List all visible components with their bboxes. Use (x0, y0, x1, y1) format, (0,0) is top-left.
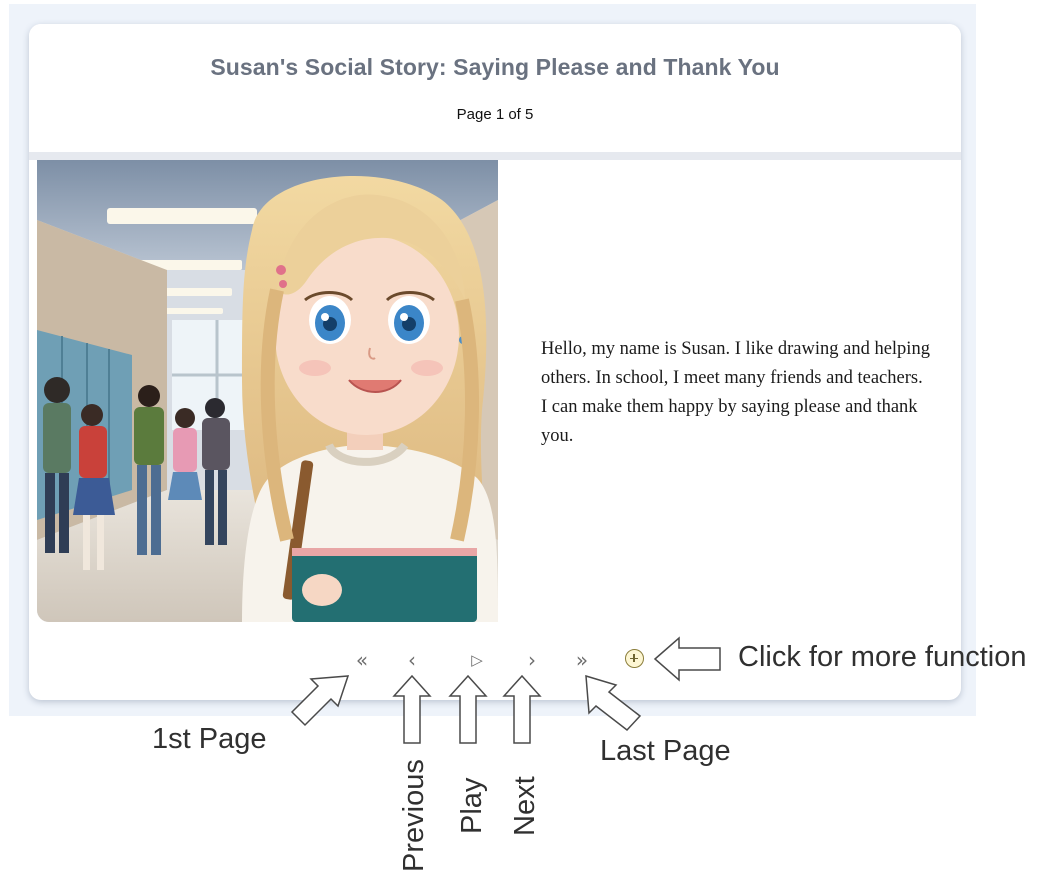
annotation-first-page: 1st Page (152, 723, 267, 755)
page-indicator: Page 1 of 5 (456, 106, 534, 123)
annotation-more: Click for more function (738, 641, 1027, 673)
story-header: Susan's Social Story: Saying Please and … (29, 24, 961, 152)
play-button[interactable]: ▷ (462, 645, 492, 675)
annotation-last-page: Last Page (600, 735, 731, 767)
double-chevron-left-icon: « (355, 648, 369, 672)
story-text: Hello, my name is Susan. I like drawing … (541, 339, 930, 446)
double-chevron-right-icon: » (575, 648, 589, 672)
more-functions-button[interactable] (625, 649, 644, 668)
play-icon: ▷ (471, 651, 483, 669)
story-illustration (37, 160, 498, 622)
first-page-button[interactable]: « (347, 645, 377, 675)
header-divider (29, 152, 961, 160)
annotation-previous: Previous (398, 759, 430, 872)
last-page-button[interactable]: » (567, 645, 597, 675)
previous-page-button[interactable]: ‹ (397, 645, 427, 675)
annotation-next: Next (509, 776, 541, 836)
story-card: Susan's Social Story: Saying Please and … (29, 24, 961, 700)
chevron-right-icon: › (528, 648, 536, 672)
annotation-play: Play (456, 777, 488, 834)
next-page-button[interactable]: › (517, 645, 547, 675)
story-title: Susan's Social Story: Saying Please and … (210, 54, 780, 80)
chevron-left-icon: ‹ (408, 648, 416, 672)
